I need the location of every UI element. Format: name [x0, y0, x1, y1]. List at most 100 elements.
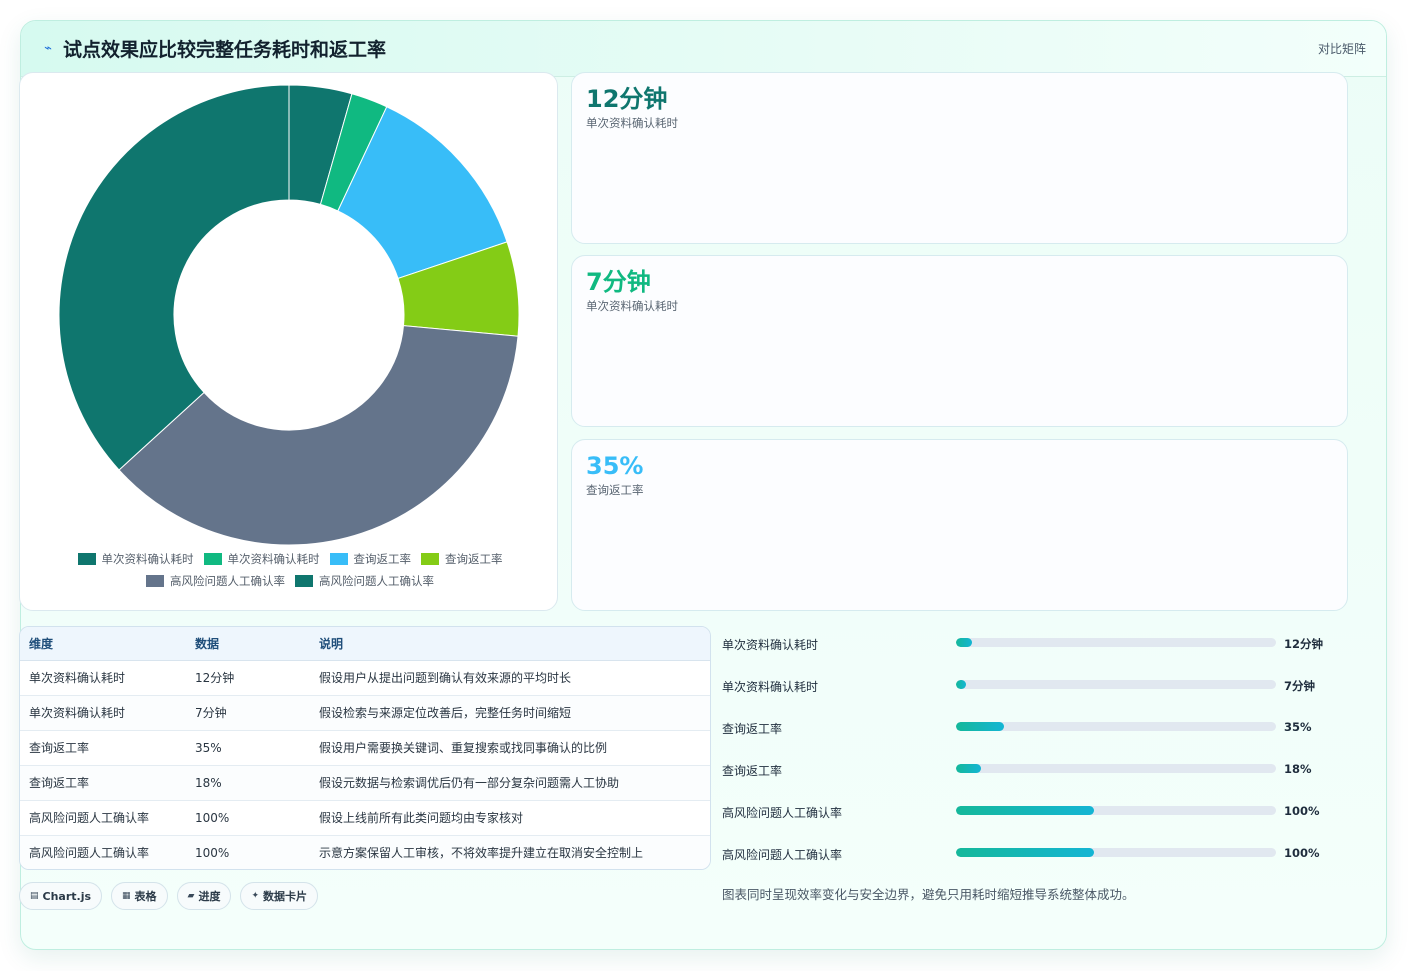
card-header: ⌁ 试点效果应比较完整任务耗时和返工率 对比矩阵 [21, 21, 1386, 77]
progress-track [956, 764, 1276, 773]
progress-row: 单次资料确认耗时 7分钟 [722, 674, 1352, 716]
legend-item[interactable]: 单次资料确认耗时 [203, 551, 320, 567]
progress-track [956, 638, 1276, 647]
table-cell: 18% [186, 765, 310, 801]
legend-label: 高风险问题人工确认率 [170, 574, 285, 588]
legend-item[interactable]: 高风险问题人工确认率 [146, 573, 285, 589]
stat-label: 单次资料确认耗时 [586, 299, 678, 313]
progress-fill [956, 722, 1004, 731]
progress-label: 高风险问题人工确认率 [722, 848, 843, 862]
tag-label: 表格 [134, 890, 157, 903]
stat-label: 单次资料确认耗时 [586, 116, 678, 130]
legend-item[interactable]: 高风险问题人工确认率 [295, 573, 434, 589]
table-cell: 高风险问题人工确认率 [20, 800, 186, 836]
legend-item[interactable]: 查询返工率 [421, 551, 503, 567]
progress-label: 查询返工率 [722, 764, 783, 778]
table-cell: 单次资料确认耗时 [20, 660, 186, 696]
table-cell: 查询返工率 [20, 730, 186, 766]
progress-label: 单次资料确认耗时 [722, 638, 819, 652]
progress-row: 查询返工率 35% [722, 716, 1352, 758]
progress-row: 高风险问题人工确认率 100% [722, 842, 1352, 884]
donut-chart [58, 84, 520, 546]
progress-value: 100% [1284, 804, 1320, 818]
table-cell: 12分钟 [186, 660, 310, 696]
progress-fill [956, 638, 972, 647]
legend-swatch [329, 553, 348, 565]
progress-value: 12分钟 [1284, 637, 1324, 651]
stat-label: 查询返工率 [586, 483, 644, 497]
tag-label: 进度 [198, 890, 221, 903]
footnote: 图表同时呈现效率变化与安全边界，避免只用耗时缩短推导系统整体成功。 [722, 887, 1135, 902]
legend-swatch [421, 553, 439, 565]
progress-value: 35% [1284, 720, 1312, 734]
tag-data-card[interactable]: ✦ 数据卡片 [240, 882, 319, 910]
table-icon: ▦ [122, 891, 131, 901]
feature-tags: ▤ Chart.js ▦ 表格 ▰ 进度 ✦ 数据卡片 [19, 882, 319, 910]
table-cell: 查询返工率 [20, 765, 186, 801]
legend-label: 高风险问题人工确认率 [319, 574, 434, 588]
table-row: 单次资料确认耗时 7分钟 假设检索与来源定位改善后，完整任务时间缩短 [20, 695, 710, 731]
legend-label: 查询返工率 [445, 552, 503, 566]
table-cell: 7分钟 [186, 695, 310, 731]
legend-swatch [203, 553, 222, 565]
table-row: 单次资料确认耗时 12分钟 假设用户从提出问题到确认有效来源的平均时长 [20, 660, 710, 696]
progress-row: 查询返工率 18% [722, 758, 1352, 800]
progress-value: 100% [1284, 846, 1320, 860]
table-row: 高风险问题人工确认率 100% 假设上线前所有此类问题均由专家核对 [20, 800, 710, 836]
stat-card-1: 12分钟 单次资料确认耗时 [571, 72, 1348, 244]
table-cell: 假设上线前所有此类问题均由专家核对 [310, 800, 710, 836]
column-header: 维度 [20, 627, 186, 661]
progress-value: 7分钟 [1284, 679, 1316, 693]
stat-value: 12分钟 [586, 85, 668, 113]
table-cell: 假设元数据与检索调优后仍有一部分复杂问题需人工协助 [310, 765, 710, 801]
progress-fill [956, 848, 1094, 857]
pulse-icon: ⌁ [44, 41, 52, 56]
chart-legend: 单次资料确认耗时 单次资料确认耗时 查询返工率 查询返工率 高风险问题人工确认率 高风险问… [50, 551, 530, 589]
donut-chart-panel: 单次资料确认耗时 单次资料确认耗时 查询返工率 查询返工率 高风险问题人工确认率 高风险问… [19, 72, 558, 611]
donut-slice[interactable] [58, 84, 290, 471]
table-cell: 示意方案保留人工审核，不将效率提升建立在取消安全控制上 [310, 835, 710, 869]
progress-fill [956, 806, 1094, 815]
table-cell: 100% [186, 800, 310, 836]
progress-label: 高风险问题人工确认率 [722, 806, 843, 820]
progress-track [956, 680, 1276, 689]
table-row: 高风险问题人工确认率 100% 示意方案保留人工审核，不将效率提升建立在取消安全控制… [20, 835, 710, 869]
card-icon: ✦ [251, 891, 260, 901]
progress-fill [956, 680, 966, 689]
progress-track [956, 806, 1276, 815]
stat-value: 35% [586, 452, 644, 480]
progress-row: 单次资料确认耗时 12分钟 [722, 632, 1352, 674]
legend-label: 单次资料确认耗时 [101, 552, 194, 566]
progress-row: 高风险问题人工确认率 100% [722, 800, 1352, 842]
legend-item[interactable]: 查询返工率 [329, 551, 412, 567]
stat-card-2: 7分钟 单次资料确认耗时 [571, 255, 1348, 427]
table-cell: 100% [186, 835, 310, 869]
column-header: 说明 [310, 627, 710, 661]
progress-label: 单次资料确认耗时 [722, 680, 819, 694]
legend-swatch [146, 575, 164, 587]
chart-icon: ▤ [30, 891, 39, 901]
stat-card-3: 35% 查询返工率 [571, 439, 1348, 611]
legend-label: 单次资料确认耗时 [227, 552, 320, 566]
stat-value: 7分钟 [586, 268, 651, 296]
table-cell: 假设用户从提出问题到确认有效来源的平均时长 [310, 660, 710, 696]
progress-value: 18% [1284, 762, 1312, 776]
column-header: 数据 [186, 627, 310, 661]
tag-label: 数据卡片 [263, 890, 308, 903]
tag-chartjs[interactable]: ▤ Chart.js [19, 882, 103, 910]
progress-track [956, 848, 1276, 857]
table-cell: 35% [186, 730, 310, 766]
legend-swatch [77, 553, 96, 565]
table-cell: 假设用户需要换关键词、重复搜索或找同事确认的比例 [310, 730, 710, 766]
legend-item[interactable]: 单次资料确认耗时 [77, 551, 194, 567]
progress-list: 单次资料确认耗时 12分钟 单次资料确认耗时 7分钟 查询返工率 35% 查询返工率 18% 高… [722, 632, 1352, 884]
legend-swatch [295, 575, 313, 587]
table-cell: 假设检索与来源定位改善后，完整任务时间缩短 [310, 695, 710, 731]
legend-label: 查询返工率 [353, 552, 412, 566]
tag-progress[interactable]: ▰ 进度 [176, 882, 232, 910]
progress-label: 查询返工率 [722, 722, 783, 736]
data-table: 维度 数据 说明 单次资料确认耗时 12分钟 假设用户从提出问题到确认有效来源的平均… [19, 626, 711, 870]
tag-table[interactable]: ▦ 表格 [111, 882, 168, 910]
table-header-row: 维度 数据 说明 [20, 627, 710, 661]
table-row: 查询返工率 18% 假设元数据与检索调优后仍有一部分复杂问题需人工协助 [20, 765, 710, 801]
